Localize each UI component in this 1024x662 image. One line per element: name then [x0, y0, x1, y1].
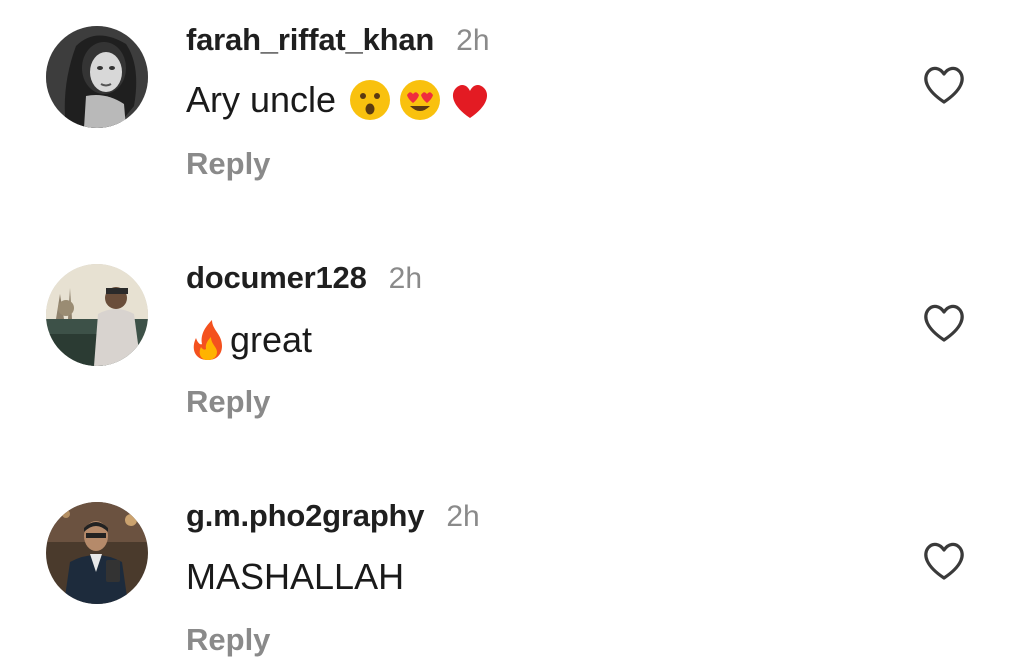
comment-header: documer128 2h — [186, 260, 422, 300]
username[interactable]: documer128 — [186, 260, 367, 296]
avatar-image — [46, 264, 148, 366]
avatar[interactable] — [46, 264, 148, 366]
reply-button[interactable]: Reply — [186, 622, 270, 658]
avatar[interactable] — [46, 502, 148, 604]
comment-body: MASHALLAH — [186, 556, 405, 597]
comment-body: Ary uncle — [186, 79, 337, 120]
comment-text: Ary uncle — [186, 78, 492, 122]
comment-item: documer128 2h great Reply — [0, 238, 1024, 438]
like-heart-icon[interactable] — [920, 538, 968, 582]
username[interactable]: farah_riffat_khan — [186, 22, 434, 58]
timestamp: 2h — [446, 500, 480, 533]
fire-icon — [186, 318, 226, 362]
comment-header: g.m.pho2graphy 2h — [186, 498, 480, 538]
comment-item: g.m.pho2graphy 2h MASHALLAH Reply — [0, 476, 1024, 662]
reply-button[interactable]: Reply — [186, 384, 270, 420]
comment-text: MASHALLAH — [186, 556, 404, 598]
timestamp: 2h — [388, 262, 423, 295]
like-heart-icon[interactable] — [920, 300, 968, 344]
red-heart-icon — [448, 78, 492, 122]
comment-header: farah_riffat_khan 2h — [186, 22, 490, 62]
surprised-face-icon — [348, 78, 392, 122]
timestamp: 2h — [456, 24, 490, 57]
avatar-image — [46, 502, 148, 604]
avatar-image — [46, 26, 148, 128]
like-heart-icon[interactable] — [920, 62, 968, 106]
heart-eyes-face-icon — [398, 78, 442, 122]
comments-list: farah_riffat_khan 2h Ary uncle Reply doc… — [0, 0, 1024, 662]
comment-text: great — [186, 318, 312, 362]
comment-body: great — [230, 319, 313, 360]
comment-item: farah_riffat_khan 2h Ary uncle Reply — [0, 0, 1024, 200]
username[interactable]: g.m.pho2graphy — [186, 498, 425, 534]
avatar[interactable] — [46, 26, 148, 128]
reply-button[interactable]: Reply — [186, 146, 270, 182]
